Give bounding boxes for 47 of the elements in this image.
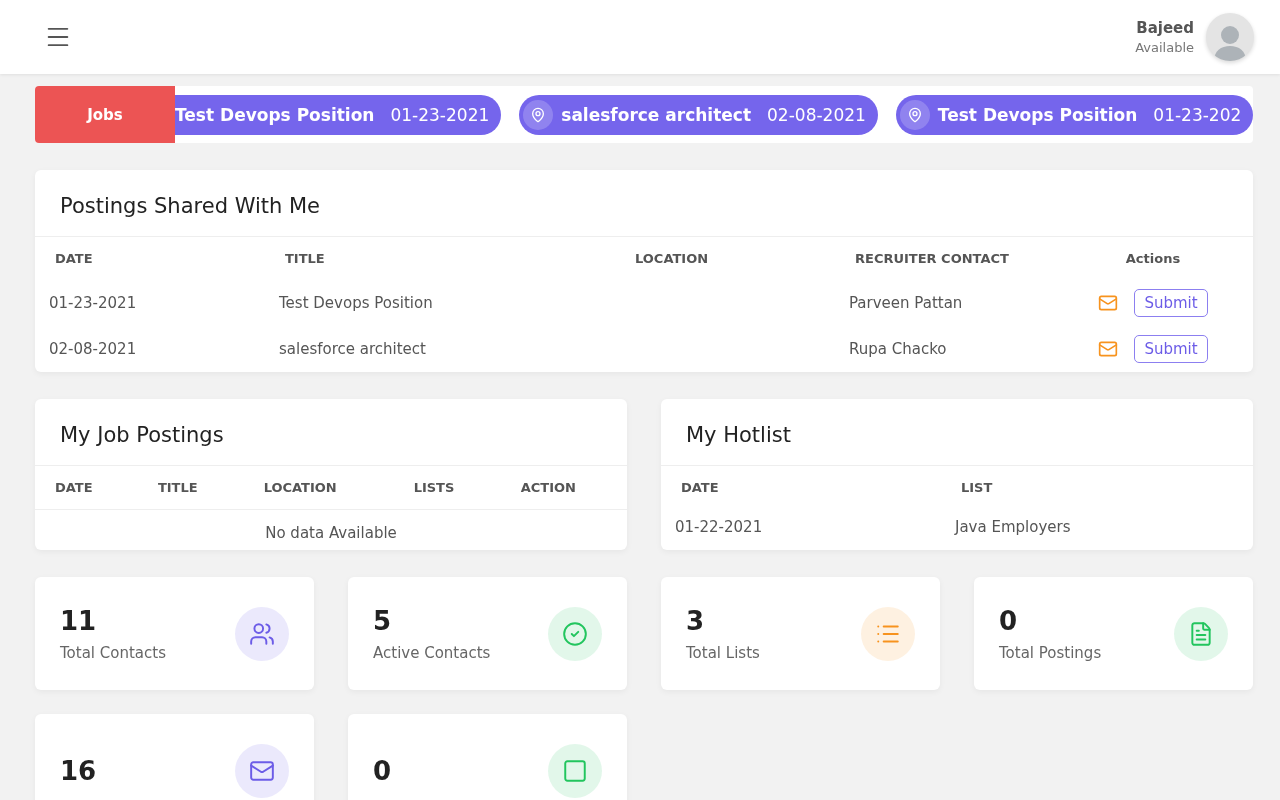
column-header: LISTS (393, 466, 501, 510)
table-cell-text: Parveen Pattan (848, 293, 964, 314)
submit-button[interactable]: Submit (1134, 335, 1208, 363)
column-header: DATE (35, 466, 138, 510)
mail-icon[interactable] (1098, 293, 1119, 313)
avatar-silhouette-icon[interactable] (1206, 13, 1254, 61)
job-chip[interactable]: Test Devops Position 01-23-202 (895, 94, 1253, 135)
mail-icon[interactable] (1098, 339, 1119, 359)
job-chip[interactable]: salesforce architect 02-08-2021 (519, 94, 878, 135)
stat-value: 3 (686, 605, 706, 636)
stat-label: Active Contacts (373, 643, 491, 662)
card-title: My Job Postings (35, 399, 627, 466)
stat-value: 5 (373, 605, 393, 636)
table-cell-text: salesforce architect (278, 339, 427, 360)
stat-value: 16 (60, 755, 97, 786)
column-header: Actions (1124, 250, 1182, 268)
stat-label: Total Postings (999, 643, 1102, 662)
column-header: TITLE (137, 466, 244, 510)
card-title: My Hotlist (661, 399, 1253, 466)
column-header: DATE (54, 250, 94, 268)
stat-value: 11 (60, 605, 98, 636)
user-name: Bajeed (1136, 19, 1194, 37)
column-header: LIST (960, 479, 994, 497)
empty-message: No data Available (35, 509, 627, 550)
column-header: LOCATION (634, 250, 710, 268)
stat-label: Total Contacts (60, 643, 166, 662)
user-status: Available (1135, 40, 1194, 55)
table-cell-text: 02-08-2021 (48, 339, 138, 360)
table-cell-text: 01-23-2021 (48, 293, 138, 314)
column-header: DATE (680, 479, 720, 497)
column-header: RECRUITER CONTACT (854, 250, 1010, 268)
ticker-label: Jobs (35, 86, 175, 143)
card-title: Postings Shared With Me (35, 170, 1253, 237)
job-chip[interactable]: Test Devops Position 01-23-2021 (175, 94, 502, 135)
location-pin-icon (899, 99, 930, 130)
location-pin-icon (523, 99, 554, 130)
stat-value: 0 (373, 755, 392, 786)
column-header: TITLE (284, 250, 326, 268)
table-cell-text: Rupa Chacko (848, 339, 948, 360)
stat-value: 0 (999, 605, 1019, 636)
table-cell-text: Java Employers (953, 517, 1072, 538)
table-cell-text: Test Devops Position (278, 293, 434, 314)
stat-label: Total Lists (686, 643, 760, 662)
submit-button[interactable]: Submit (1134, 289, 1208, 317)
column-header: ACTION (500, 466, 627, 510)
column-header: LOCATION (243, 466, 394, 510)
table-cell-text: 01-22-2021 (674, 517, 764, 538)
